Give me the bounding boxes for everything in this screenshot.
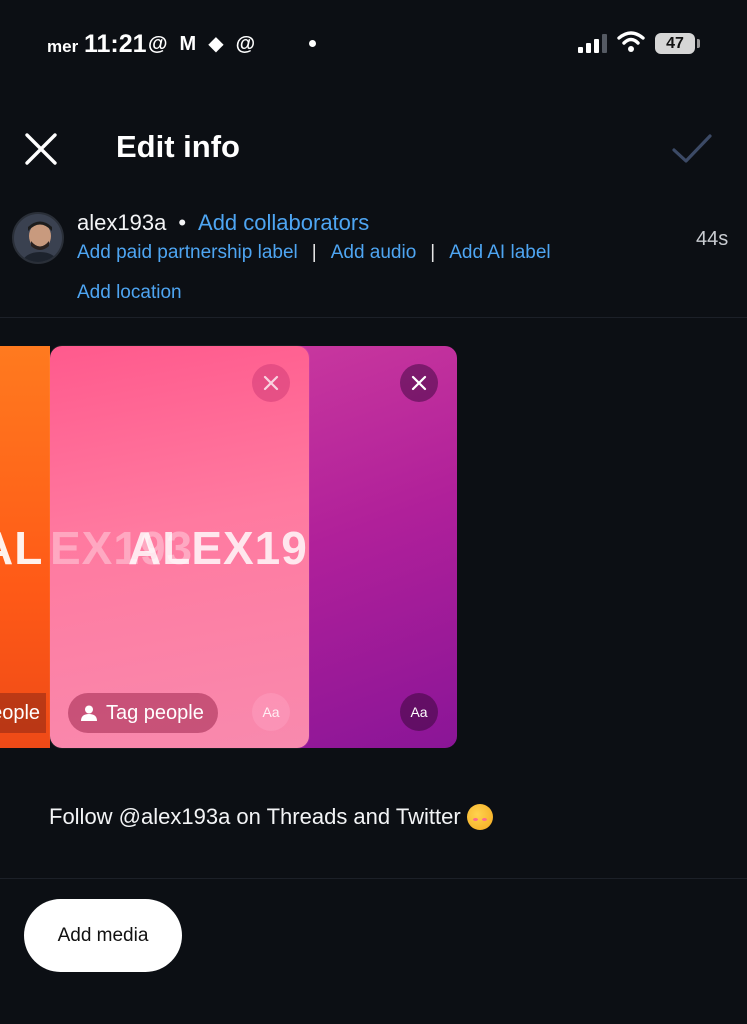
text-style-button[interactable]: Aa bbox=[400, 693, 438, 731]
threads-icon: @ bbox=[148, 33, 168, 55]
divider bbox=[0, 317, 747, 318]
separator: | bbox=[430, 242, 436, 263]
card-text: AL bbox=[0, 522, 44, 574]
status-time: 11:21 bbox=[84, 30, 147, 58]
person-icon bbox=[81, 705, 97, 721]
text-style-button[interactable]: Aa bbox=[252, 693, 290, 731]
page-title: Edit info bbox=[116, 129, 240, 164]
tag-people-label: Tag people bbox=[106, 701, 204, 724]
edit-info-screen: mer 11:21 @ M ◆ @ 47 Edit info alex193a … bbox=[0, 0, 747, 1024]
post-timestamp: 44s bbox=[696, 228, 729, 250]
status-day: mer bbox=[47, 37, 79, 56]
username[interactable]: alex193a bbox=[77, 210, 166, 236]
battery-icon: 47 bbox=[655, 33, 695, 54]
add-ai-label-link[interactable]: Add AI label bbox=[449, 242, 550, 264]
more-notifications-dot bbox=[309, 40, 316, 47]
add-media-button[interactable]: Add media bbox=[24, 899, 182, 972]
threads-icon: @ bbox=[235, 33, 256, 55]
tag-people-chip[interactable]: people bbox=[0, 693, 47, 733]
bullet-separator: • bbox=[178, 210, 187, 235]
add-audio-link[interactable]: Add audio bbox=[331, 242, 417, 264]
header: Edit info bbox=[0, 118, 747, 178]
gmail-icon: M bbox=[179, 33, 197, 55]
diamond-icon: ◆ bbox=[208, 33, 224, 55]
cellular-signal-icon bbox=[578, 33, 607, 53]
caption[interactable]: Follow @alex193a on Threads and Twitter bbox=[49, 804, 493, 830]
author-row: alex193a • Add collaborators bbox=[77, 210, 369, 236]
avatar[interactable] bbox=[12, 212, 64, 264]
divider bbox=[0, 878, 747, 879]
media-card-purple[interactable]: Aa bbox=[296, 346, 457, 748]
smiling-face-with-hearts-icon bbox=[466, 804, 493, 830]
media-carousel[interactable]: AL people Aa EX193 ALEX193A bbox=[0, 346, 747, 750]
card-text: ALEX193A bbox=[128, 522, 309, 574]
remove-media-button[interactable] bbox=[400, 364, 438, 402]
notification-icons: @ M ◆ @ bbox=[148, 30, 255, 58]
media-card-pink[interactable]: EX193 ALEX193A Tag people Aa bbox=[50, 346, 309, 748]
avatar-image bbox=[14, 214, 62, 262]
separator: | bbox=[311, 242, 317, 263]
add-paid-partnership-link[interactable]: Add paid partnership label bbox=[77, 242, 298, 264]
checkmark-icon[interactable] bbox=[670, 128, 714, 168]
add-location-link[interactable]: Add location bbox=[77, 282, 182, 303]
wifi-icon bbox=[617, 31, 645, 52]
tag-people-button[interactable]: Tag people bbox=[68, 693, 218, 733]
media-card-orange[interactable]: AL people bbox=[0, 346, 50, 748]
caption-text: Follow @alex193a on Threads and Twitter bbox=[49, 804, 461, 829]
status-bar: mer 11:21 @ M ◆ @ 47 bbox=[0, 0, 747, 90]
close-icon[interactable] bbox=[22, 130, 60, 168]
close-icon bbox=[411, 375, 427, 391]
location-row: Add location bbox=[77, 282, 182, 304]
battery-tip bbox=[697, 39, 700, 48]
add-collaborators-link[interactable]: Add collaborators bbox=[198, 210, 369, 236]
close-icon bbox=[263, 375, 279, 391]
post-options-row: Add paid partnership label | Add audio |… bbox=[77, 242, 551, 264]
remove-media-button[interactable] bbox=[252, 364, 290, 402]
